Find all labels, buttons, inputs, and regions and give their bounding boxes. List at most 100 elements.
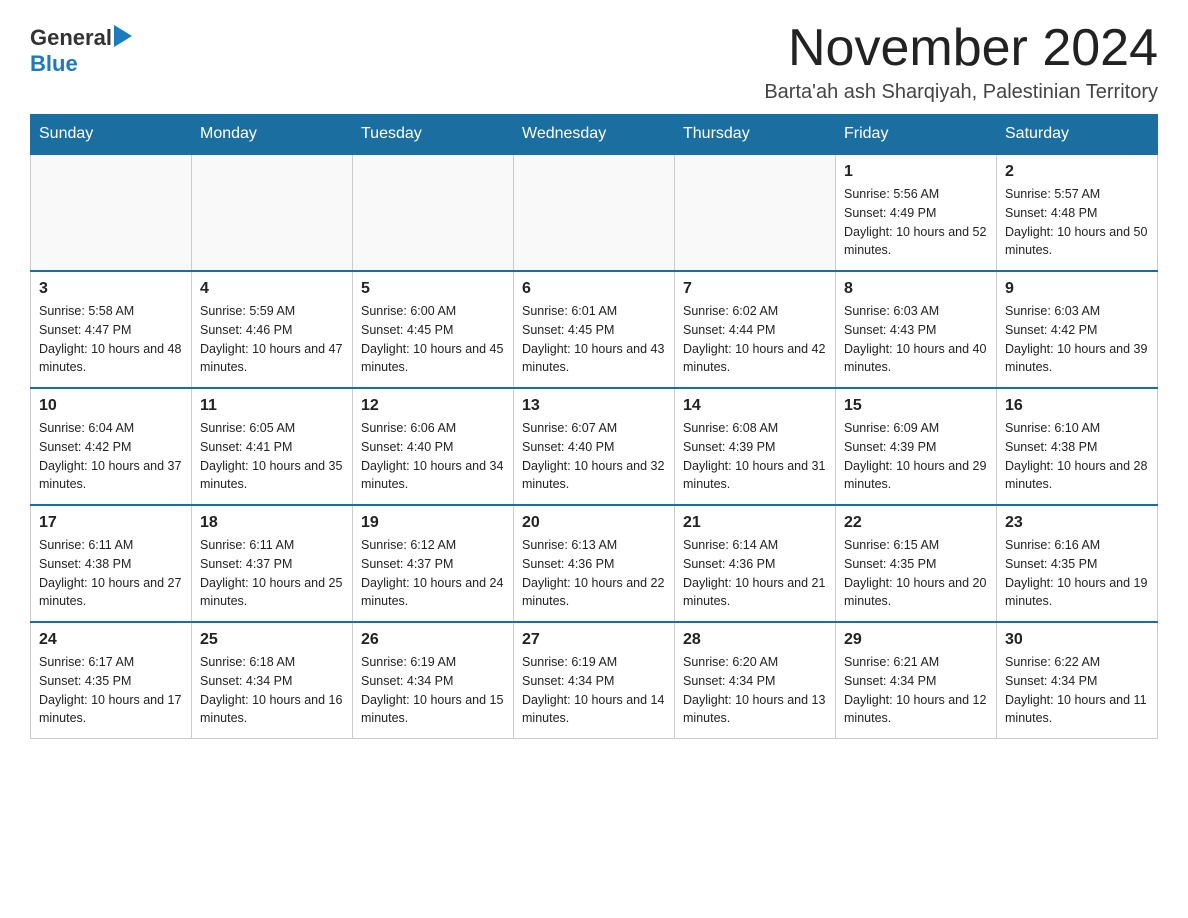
day-info: Sunrise: 6:15 AMSunset: 4:35 PMDaylight:… <box>844 536 988 611</box>
day-info: Sunrise: 6:02 AMSunset: 4:44 PMDaylight:… <box>683 302 827 377</box>
day-info: Sunrise: 6:13 AMSunset: 4:36 PMDaylight:… <box>522 536 666 611</box>
logo-arrow-icon <box>114 25 132 47</box>
day-number: 21 <box>683 514 827 532</box>
calendar-week-2: 3 Sunrise: 5:58 AMSunset: 4:47 PMDaylight… <box>31 271 1158 388</box>
calendar-week-4: 17 Sunrise: 6:11 AMSunset: 4:38 PMDayligh… <box>31 505 1158 622</box>
day-info: Sunrise: 6:08 AMSunset: 4:39 PMDaylight:… <box>683 419 827 494</box>
calendar-table: SundayMondayTuesdayWednesdayThursdayFrid… <box>30 114 1158 739</box>
weekday-header-saturday: Saturday <box>997 115 1158 155</box>
day-info: Sunrise: 6:18 AMSunset: 4:34 PMDaylight:… <box>200 653 344 728</box>
day-info: Sunrise: 6:17 AMSunset: 4:35 PMDaylight:… <box>39 653 183 728</box>
day-number: 12 <box>361 397 505 415</box>
day-info: Sunrise: 6:04 AMSunset: 4:42 PMDaylight:… <box>39 419 183 494</box>
calendar-week-3: 10 Sunrise: 6:04 AMSunset: 4:42 PMDayligh… <box>31 388 1158 505</box>
day-info: Sunrise: 5:56 AMSunset: 4:49 PMDaylight:… <box>844 185 988 260</box>
calendar-cell: 19Sunrise: 6:12 AMSunset: 4:37 PMDayligh… <box>353 505 514 622</box>
calendar-cell <box>353 154 514 271</box>
day-info: Sunrise: 6:06 AMSunset: 4:40 PMDaylight:… <box>361 419 505 494</box>
day-info: Sunrise: 6:12 AMSunset: 4:37 PMDaylight:… <box>361 536 505 611</box>
day-info: Sunrise: 6:22 AMSunset: 4:34 PMDaylight:… <box>1005 653 1149 728</box>
calendar-cell: 5 Sunrise: 6:00 AMSunset: 4:45 PMDaylight… <box>353 271 514 388</box>
day-info: Sunrise: 6:19 AMSunset: 4:34 PMDaylight:… <box>361 653 505 728</box>
day-number: 9 <box>1005 280 1149 298</box>
calendar-cell: 8Sunrise: 6:03 AMSunset: 4:43 PMDaylight… <box>836 271 997 388</box>
day-number: 16 <box>1005 397 1149 415</box>
calendar-cell: 7 Sunrise: 6:02 AMSunset: 4:44 PMDaylight… <box>675 271 836 388</box>
day-number: 2 <box>1005 163 1149 181</box>
weekday-header-friday: Friday <box>836 115 997 155</box>
weekday-header-wednesday: Wednesday <box>514 115 675 155</box>
day-number: 6 <box>522 280 666 298</box>
calendar-cell: 29 Sunrise: 6:21 AMSunset: 4:34 PMDayligh… <box>836 622 997 739</box>
day-number: 10 <box>39 397 183 415</box>
calendar-week-1: 1 Sunrise: 5:56 AMSunset: 4:49 PMDaylight… <box>31 154 1158 271</box>
logo-general-text: General <box>30 25 112 51</box>
day-info: Sunrise: 5:57 AMSunset: 4:48 PMDaylight:… <box>1005 185 1149 260</box>
calendar-cell: 10 Sunrise: 6:04 AMSunset: 4:42 PMDayligh… <box>31 388 192 505</box>
logo-blue-text: Blue <box>30 51 78 77</box>
calendar-cell: 28Sunrise: 6:20 AMSunset: 4:34 PMDayligh… <box>675 622 836 739</box>
day-number: 29 <box>844 631 988 649</box>
calendar-cell: 2 Sunrise: 5:57 AMSunset: 4:48 PMDaylight… <box>997 154 1158 271</box>
day-number: 30 <box>1005 631 1149 649</box>
calendar-cell <box>192 154 353 271</box>
calendar-cell: 20 Sunrise: 6:13 AMSunset: 4:36 PMDayligh… <box>514 505 675 622</box>
calendar-cell: 26Sunrise: 6:19 AMSunset: 4:34 PMDayligh… <box>353 622 514 739</box>
day-info: Sunrise: 6:09 AMSunset: 4:39 PMDaylight:… <box>844 419 988 494</box>
calendar-cell: 17 Sunrise: 6:11 AMSunset: 4:38 PMDayligh… <box>31 505 192 622</box>
calendar-cell: 11 Sunrise: 6:05 AMSunset: 4:41 PMDayligh… <box>192 388 353 505</box>
calendar-cell: 22 Sunrise: 6:15 AMSunset: 4:35 PMDayligh… <box>836 505 997 622</box>
weekday-header-monday: Monday <box>192 115 353 155</box>
day-number: 20 <box>522 514 666 532</box>
day-info: Sunrise: 6:03 AMSunset: 4:42 PMDaylight:… <box>1005 302 1149 377</box>
day-info: Sunrise: 6:20 AMSunset: 4:34 PMDaylight:… <box>683 653 827 728</box>
calendar-cell <box>514 154 675 271</box>
day-number: 24 <box>39 631 183 649</box>
location-subtitle: Barta'ah ash Sharqiyah, Palestinian Terr… <box>764 81 1158 104</box>
day-number: 3 <box>39 280 183 298</box>
calendar-cell: 13 Sunrise: 6:07 AMSunset: 4:40 PMDayligh… <box>514 388 675 505</box>
day-info: Sunrise: 5:59 AMSunset: 4:46 PMDaylight:… <box>200 302 344 377</box>
calendar-cell: 25Sunrise: 6:18 AMSunset: 4:34 PMDayligh… <box>192 622 353 739</box>
calendar-cell <box>31 154 192 271</box>
day-info: Sunrise: 6:07 AMSunset: 4:40 PMDaylight:… <box>522 419 666 494</box>
weekday-header-tuesday: Tuesday <box>353 115 514 155</box>
day-info: Sunrise: 6:14 AMSunset: 4:36 PMDaylight:… <box>683 536 827 611</box>
day-number: 23 <box>1005 514 1149 532</box>
calendar-cell: 30 Sunrise: 6:22 AMSunset: 4:34 PMDayligh… <box>997 622 1158 739</box>
day-number: 4 <box>200 280 344 298</box>
day-number: 17 <box>39 514 183 532</box>
month-title: November 2024 <box>764 20 1158 77</box>
day-info: Sunrise: 6:10 AMSunset: 4:38 PMDaylight:… <box>1005 419 1149 494</box>
day-number: 18 <box>200 514 344 532</box>
day-number: 7 <box>683 280 827 298</box>
calendar-cell: 15Sunrise: 6:09 AMSunset: 4:39 PMDayligh… <box>836 388 997 505</box>
calendar-cell: 14Sunrise: 6:08 AMSunset: 4:39 PMDayligh… <box>675 388 836 505</box>
calendar-cell: 6Sunrise: 6:01 AMSunset: 4:45 PMDaylight… <box>514 271 675 388</box>
day-number: 27 <box>522 631 666 649</box>
day-number: 22 <box>844 514 988 532</box>
day-number: 1 <box>844 163 988 181</box>
day-number: 5 <box>361 280 505 298</box>
calendar-cell <box>675 154 836 271</box>
calendar-cell: 3 Sunrise: 5:58 AMSunset: 4:47 PMDaylight… <box>31 271 192 388</box>
day-number: 13 <box>522 397 666 415</box>
calendar-cell: 24 Sunrise: 6:17 AMSunset: 4:35 PMDayligh… <box>31 622 192 739</box>
calendar-cell: 1 Sunrise: 5:56 AMSunset: 4:49 PMDaylight… <box>836 154 997 271</box>
day-info: Sunrise: 6:00 AMSunset: 4:45 PMDaylight:… <box>361 302 505 377</box>
calendar-week-5: 24 Sunrise: 6:17 AMSunset: 4:35 PMDayligh… <box>31 622 1158 739</box>
day-info: Sunrise: 6:05 AMSunset: 4:41 PMDaylight:… <box>200 419 344 494</box>
calendar-cell: 9 Sunrise: 6:03 AMSunset: 4:42 PMDaylight… <box>997 271 1158 388</box>
calendar-cell: 18Sunrise: 6:11 AMSunset: 4:37 PMDayligh… <box>192 505 353 622</box>
day-info: Sunrise: 6:21 AMSunset: 4:34 PMDaylight:… <box>844 653 988 728</box>
day-info: Sunrise: 6:11 AMSunset: 4:38 PMDaylight:… <box>39 536 183 611</box>
weekday-header-thursday: Thursday <box>675 115 836 155</box>
calendar-cell: 27Sunrise: 6:19 AMSunset: 4:34 PMDayligh… <box>514 622 675 739</box>
weekday-header-sunday: Sunday <box>31 115 192 155</box>
calendar-cell: 21 Sunrise: 6:14 AMSunset: 4:36 PMDayligh… <box>675 505 836 622</box>
day-info: Sunrise: 5:58 AMSunset: 4:47 PMDaylight:… <box>39 302 183 377</box>
calendar-cell: 4 Sunrise: 5:59 AMSunset: 4:46 PMDaylight… <box>192 271 353 388</box>
day-number: 11 <box>200 397 344 415</box>
calendar-header-row: SundayMondayTuesdayWednesdayThursdayFrid… <box>31 115 1158 155</box>
page-header: General Blue November 2024 Barta'ah ash … <box>30 20 1158 104</box>
